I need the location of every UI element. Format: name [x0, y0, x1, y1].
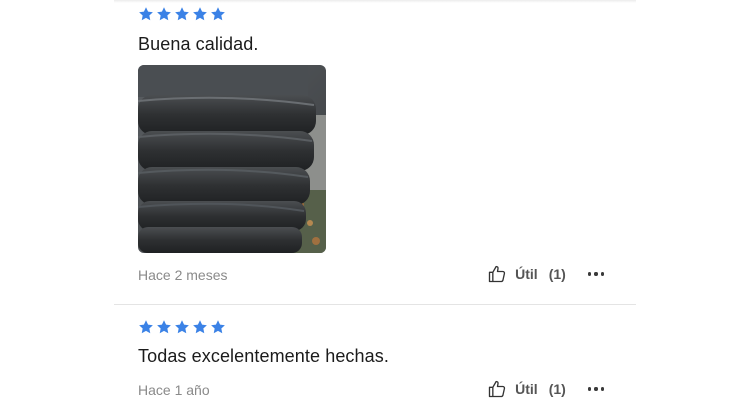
review-actions: Útil (1): [487, 264, 604, 284]
more-options-icon[interactable]: [587, 383, 604, 394]
thumbs-up-icon: [488, 265, 506, 283]
star-rating: [138, 6, 226, 22]
review-text: Todas excelentemente hechas.: [138, 346, 389, 366]
star-icon: [157, 7, 171, 21]
helpful-count: (1): [548, 266, 566, 282]
helpful-count: (1): [548, 381, 566, 397]
thumbs-up-icon: [488, 380, 506, 398]
helpful-label: Útil: [515, 381, 538, 397]
review-text: Buena calidad.: [138, 34, 259, 54]
review-card: Buena calidad. Hace 2 meses Útil (1): [114, 0, 636, 300]
helpful-label: Útil: [515, 266, 538, 282]
review-card: Todas excelentemente hechas. Hace 1 año …: [114, 304, 636, 410]
star-icon: [193, 7, 207, 21]
star-icon: [211, 320, 225, 334]
review-actions: Útil (1): [487, 379, 604, 399]
star-rating: [138, 319, 226, 335]
more-options-icon[interactable]: [587, 268, 604, 279]
star-icon: [211, 7, 225, 21]
star-icon: [157, 320, 171, 334]
review-date: Hace 2 meses: [138, 267, 228, 283]
star-icon: [175, 320, 189, 334]
star-icon: [139, 320, 153, 334]
star-icon: [175, 7, 189, 21]
helpful-button[interactable]: Útil (1): [487, 264, 566, 284]
review-date: Hace 1 año: [138, 382, 210, 398]
helpful-button[interactable]: Útil (1): [487, 379, 566, 399]
star-icon: [193, 320, 207, 334]
star-icon: [139, 7, 153, 21]
stacked-rubber-rings-photo: [138, 65, 326, 253]
review-photo[interactable]: [138, 65, 326, 253]
reviews-page: Buena calidad. Hace 2 meses Útil (1) Tod…: [0, 0, 750, 410]
